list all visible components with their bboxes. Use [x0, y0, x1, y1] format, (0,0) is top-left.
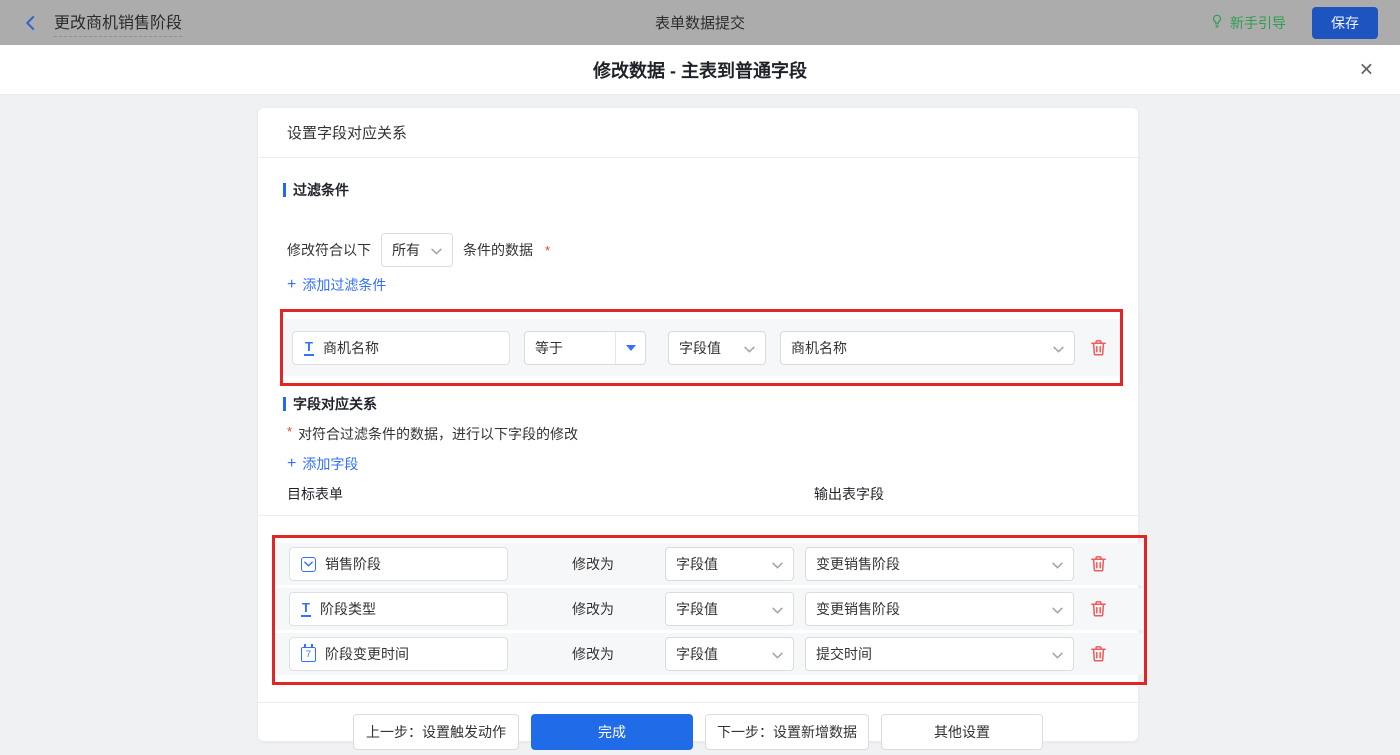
- add-field-label: 添加字段: [302, 456, 359, 472]
- column-header-target: 目标表单: [287, 486, 343, 502]
- mapping-row: T 阶段类型 修改为 字段值 变更销售阶段: [275, 588, 1144, 630]
- mapping-row: 销售阶段 修改为 字段值 变更销售阶段: [275, 543, 1144, 585]
- beginner-guide-button[interactable]: 新手引导: [1209, 13, 1286, 33]
- chevron-down-icon: [772, 646, 783, 662]
- add-filter-condition-label: 添加过滤条件: [302, 277, 387, 293]
- chevron-down-icon: [1052, 646, 1063, 662]
- filter-value-value: 商机名称: [791, 339, 847, 356]
- delete-filter-row-icon[interactable]: [1089, 338, 1108, 358]
- value-type-select[interactable]: 字段值: [665, 592, 794, 626]
- add-filter-condition-link[interactable]: + 添加过滤条件: [287, 275, 1138, 295]
- value-type-select[interactable]: 字段值: [665, 547, 794, 581]
- next-step-button[interactable]: 下一步：设置新增数据: [705, 714, 869, 750]
- mapping-section-title: 字段对应关系: [283, 394, 1138, 414]
- filter-field-value: 商机名称: [322, 339, 379, 356]
- condition-logic-select[interactable]: 所有: [381, 233, 453, 267]
- output-field-value: 变更销售阶段: [816, 556, 900, 572]
- target-field-input[interactable]: 销售阶段: [289, 547, 508, 581]
- value-type-select[interactable]: 字段值: [665, 637, 794, 671]
- mapping-row: 7 阶段变更时间 修改为 字段值 提交时间: [275, 633, 1144, 675]
- section-accent-bar: [283, 397, 286, 411]
- chevron-down-icon: [1052, 556, 1063, 572]
- chevron-down-icon: [772, 556, 783, 572]
- filter-value-select[interactable]: 商机名称: [780, 330, 1075, 365]
- section-accent-bar: [283, 183, 286, 197]
- modify-to-label: 修改为: [572, 601, 614, 617]
- modal-body: 设置字段对应关系 过滤条件 修改符合以下 所有 条件的数据 * + 添加过滤条件: [0, 95, 1400, 755]
- mapping-description-row: * 对符合过滤条件的数据，进行以下字段的修改: [287, 424, 1138, 444]
- required-asterisk: *: [287, 424, 293, 439]
- annotation-box-filter: T 商机名称 等于 字段值 商机名称: [280, 309, 1123, 386]
- select-field-icon: [301, 556, 316, 572]
- field-mapping-card: 设置字段对应关系 过滤条件 修改符合以下 所有 条件的数据 * + 添加过滤条件: [258, 108, 1147, 750]
- delete-mapping-row-icon[interactable]: [1089, 554, 1108, 574]
- filter-field-input[interactable]: T 商机名称: [292, 330, 510, 365]
- workflow-title[interactable]: 更改商机销售阶段: [54, 9, 183, 37]
- condition-prefix: 修改符合以下: [287, 242, 371, 258]
- mapping-description: 对符合过滤条件的数据，进行以下字段的修改: [298, 426, 579, 442]
- chevron-down-icon: [744, 340, 755, 356]
- mapping-column-headers: 目标表单 输出表字段: [258, 484, 1138, 516]
- lightbulb-icon: [1209, 13, 1225, 32]
- value-type-select[interactable]: 字段值: [668, 330, 766, 365]
- condition-suffix: 条件的数据: [463, 242, 533, 258]
- text-field-icon: T: [301, 600, 311, 617]
- operator-dropdown-arrow[interactable]: [615, 331, 645, 364]
- beginner-guide-label: 新手引导: [1230, 14, 1286, 31]
- target-field-input[interactable]: 7 阶段变更时间: [289, 637, 508, 671]
- target-field-input[interactable]: T 阶段类型: [289, 592, 508, 626]
- modal-header: 修改数据 - 主表到普通字段 ✕: [0, 45, 1400, 95]
- triangle-down-icon: [625, 344, 636, 351]
- operator-value: 等于: [535, 339, 563, 356]
- target-field-value: 销售阶段: [325, 556, 381, 572]
- operator-select[interactable]: 等于: [524, 330, 646, 365]
- topbar-left: 更改商机销售阶段: [22, 9, 183, 37]
- footer: 上一步：设置触发动作 完成 下一步：设置新增数据 其他设置: [258, 703, 1138, 750]
- value-type-value: 字段值: [676, 646, 718, 662]
- back-icon[interactable]: [22, 14, 40, 32]
- value-type-value: 字段值: [679, 339, 721, 356]
- page-title: 表单数据提交: [654, 15, 745, 32]
- other-settings-button[interactable]: 其他设置: [881, 714, 1043, 750]
- chevron-down-icon: [431, 242, 442, 258]
- output-field-select[interactable]: 变更销售阶段: [805, 547, 1074, 581]
- plus-icon: +: [287, 276, 297, 293]
- plus-icon: +: [287, 455, 297, 472]
- output-field-select[interactable]: 提交时间: [805, 637, 1074, 671]
- modify-to-label: 修改为: [572, 556, 614, 572]
- delete-mapping-row-icon[interactable]: [1089, 599, 1108, 619]
- output-field-select[interactable]: 变更销售阶段: [805, 592, 1074, 626]
- topbar-right: 新手引导 保存: [1209, 6, 1378, 39]
- filter-section-title: 过滤条件: [283, 180, 1138, 200]
- output-field-value: 提交时间: [816, 646, 872, 662]
- output-field-value: 变更销售阶段: [816, 601, 900, 617]
- topbar: 更改商机销售阶段 表单数据提交 新手引导 保存: [0, 0, 1400, 45]
- value-type-value: 字段值: [676, 556, 718, 572]
- condition-logic-value: 所有: [392, 242, 420, 258]
- modal-title: 修改数据 - 主表到普通字段: [593, 60, 807, 81]
- condition-row: 修改符合以下 所有 条件的数据 *: [287, 233, 1138, 267]
- chevron-down-icon: [1053, 340, 1064, 356]
- target-field-value: 阶段类型: [319, 601, 376, 617]
- close-icon[interactable]: ✕: [1359, 59, 1374, 80]
- required-asterisk: *: [545, 242, 551, 258]
- modify-to-label: 修改为: [572, 646, 614, 662]
- done-button[interactable]: 完成: [531, 714, 693, 750]
- filter-section-label: 过滤条件: [293, 182, 349, 198]
- text-field-icon: T: [304, 338, 314, 356]
- add-field-link[interactable]: + 添加字段: [287, 454, 1138, 474]
- mapping-section-label: 字段对应关系: [293, 396, 377, 412]
- card-header: 设置字段对应关系: [258, 108, 1138, 158]
- filter-condition-row: T 商机名称 等于 字段值 商机名称: [283, 319, 1120, 376]
- save-button[interactable]: 保存: [1312, 6, 1378, 39]
- chevron-down-icon: [1052, 601, 1063, 617]
- delete-mapping-row-icon[interactable]: [1089, 644, 1108, 664]
- chevron-down-icon: [772, 601, 783, 617]
- annotation-box-mapping: 销售阶段 修改为 字段值 变更销售阶段 T 阶段类型 修改为 字段值 变更销售阶…: [272, 535, 1147, 685]
- target-field-value: 阶段变更时间: [325, 646, 409, 662]
- column-header-output: 输出表字段: [814, 486, 884, 502]
- prev-step-button[interactable]: 上一步：设置触发动作: [353, 714, 519, 750]
- date-field-icon: 7: [301, 643, 316, 662]
- value-type-value: 字段值: [676, 601, 718, 617]
